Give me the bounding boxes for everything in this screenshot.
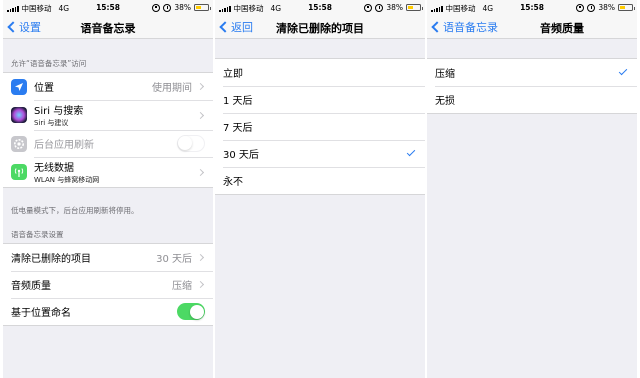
option-row[interactable]: 无损 [427, 86, 637, 113]
antenna-icon [11, 164, 27, 180]
chevron-right-icon [196, 280, 205, 289]
clear-options-group: 立即 1 天后 7 天后 30 天后 永不 [215, 58, 425, 195]
battery-percent: 38% [174, 3, 191, 12]
background-refresh-label: 后台应用刷新 [34, 140, 94, 151]
option-label: 永不 [223, 177, 243, 188]
clear-deleted-value: 30 天后 [156, 254, 192, 265]
orientation-lock-icon [576, 3, 585, 12]
back-button-label: 语音备忘录 [443, 21, 498, 34]
option-label: 30 天后 [223, 150, 259, 161]
back-button-label: 返回 [231, 21, 253, 34]
orientation-lock-icon [364, 3, 373, 12]
chevron-right-icon [196, 111, 205, 119]
location-row[interactable]: 位置 使用期间 [3, 73, 213, 100]
audio-quality-label: 音频质量 [11, 281, 51, 292]
audio-quality-panel: 中国移动 4G 15:58 38% 语音备忘录 音频质量 压缩 无损 [427, 0, 637, 378]
voice-memos-settings-panel: 中国移动 4G 15:58 38% 设置 语音备忘录 允许“语音备忘录”访问 位… [3, 0, 213, 378]
nav-bar: 返回 清除已删除的项目 [215, 15, 425, 39]
location-naming-label: 基于位置命名 [11, 308, 71, 319]
location-value: 使用期间 [152, 83, 192, 94]
back-button[interactable]: 返回 [219, 19, 253, 35]
clear-deleted-label: 清除已删除的项目 [11, 254, 91, 265]
chevron-right-icon [196, 253, 205, 262]
siri-icon [11, 107, 27, 123]
option-row-selected[interactable]: 压缩 [427, 59, 637, 86]
battery-icon [618, 4, 635, 11]
gear-icon [11, 135, 27, 152]
settings-section-header: 语音备忘录设置 [11, 230, 64, 239]
orientation-lock-icon [152, 3, 161, 12]
status-bar: 中国移动 4G 15:58 38% [215, 0, 425, 15]
access-section-header: 允许“语音备忘录”访问 [11, 59, 87, 68]
location-naming-toggle[interactable] [177, 303, 205, 320]
audio-quality-row[interactable]: 音频质量 压缩 [3, 271, 213, 298]
back-button[interactable]: 设置 [7, 19, 41, 35]
alarm-icon [375, 3, 384, 12]
wireless-data-row[interactable]: 无线数据 WLAN 与蜂窝移动网 [3, 157, 213, 187]
option-label: 立即 [223, 69, 243, 80]
option-row[interactable]: 7 天后 [215, 113, 425, 140]
access-group: 位置 使用期间 Siri 与搜索 Siri 与建议 后台应用刷新 无线数据 WL… [3, 72, 213, 188]
background-refresh-toggle [177, 135, 205, 152]
status-bar: 中国移动 4G 15:58 38% [3, 0, 213, 15]
option-label: 无损 [435, 96, 455, 107]
siri-search-row[interactable]: Siri 与搜索 Siri 与建议 [3, 100, 213, 130]
location-label: 位置 [34, 83, 54, 94]
chevron-right-icon [196, 82, 205, 91]
memo-settings-group: 清除已删除的项目 30 天后 音频质量 压缩 基于位置命名 [3, 243, 213, 326]
option-label: 7 天后 [223, 123, 253, 134]
location-arrow-icon [11, 78, 27, 95]
chevron-left-icon [431, 21, 443, 33]
page-title: 音频质量 [540, 22, 584, 35]
option-label: 压缩 [435, 69, 455, 80]
low-power-note: 低电量模式下，后台应用刷新将停用。 [11, 206, 139, 215]
alarm-icon [587, 3, 596, 12]
back-button-label: 设置 [19, 21, 41, 34]
battery-percent: 38% [598, 3, 615, 12]
chevron-left-icon [7, 21, 19, 33]
option-row-selected[interactable]: 30 天后 [215, 140, 425, 167]
chevron-right-icon [196, 168, 205, 176]
option-label: 1 天后 [223, 96, 253, 107]
wireless-data-label: 无线数据 [34, 163, 74, 174]
option-row[interactable]: 立即 [215, 59, 425, 86]
battery-percent: 38% [386, 3, 403, 12]
background-refresh-row: 后台应用刷新 [3, 130, 213, 157]
battery-icon [406, 4, 423, 11]
nav-bar: 设置 语音备忘录 [3, 15, 213, 39]
wireless-data-sublabel: WLAN 与蜂窝移动网 [34, 176, 100, 184]
option-row[interactable]: 永不 [215, 167, 425, 194]
siri-search-sublabel: Siri 与建议 [34, 119, 69, 127]
clear-deleted-panel: 中国移动 4G 15:58 38% 返回 清除已删除的项目 立即 1 天后 7 … [215, 0, 425, 378]
battery-icon [194, 4, 211, 11]
option-row[interactable]: 1 天后 [215, 86, 425, 113]
chevron-left-icon [219, 21, 231, 33]
location-naming-row: 基于位置命名 [3, 298, 213, 325]
siri-search-label: Siri 与搜索 [34, 106, 84, 117]
audio-quality-value: 压缩 [172, 281, 192, 292]
nav-bar: 语音备忘录 音频质量 [427, 15, 637, 39]
alarm-icon [163, 3, 172, 12]
audio-options-group: 压缩 无损 [427, 58, 637, 114]
back-button[interactable]: 语音备忘录 [431, 19, 498, 35]
status-bar: 中国移动 4G 15:58 38% [427, 0, 637, 15]
clear-deleted-row[interactable]: 清除已删除的项目 30 天后 [3, 244, 213, 271]
